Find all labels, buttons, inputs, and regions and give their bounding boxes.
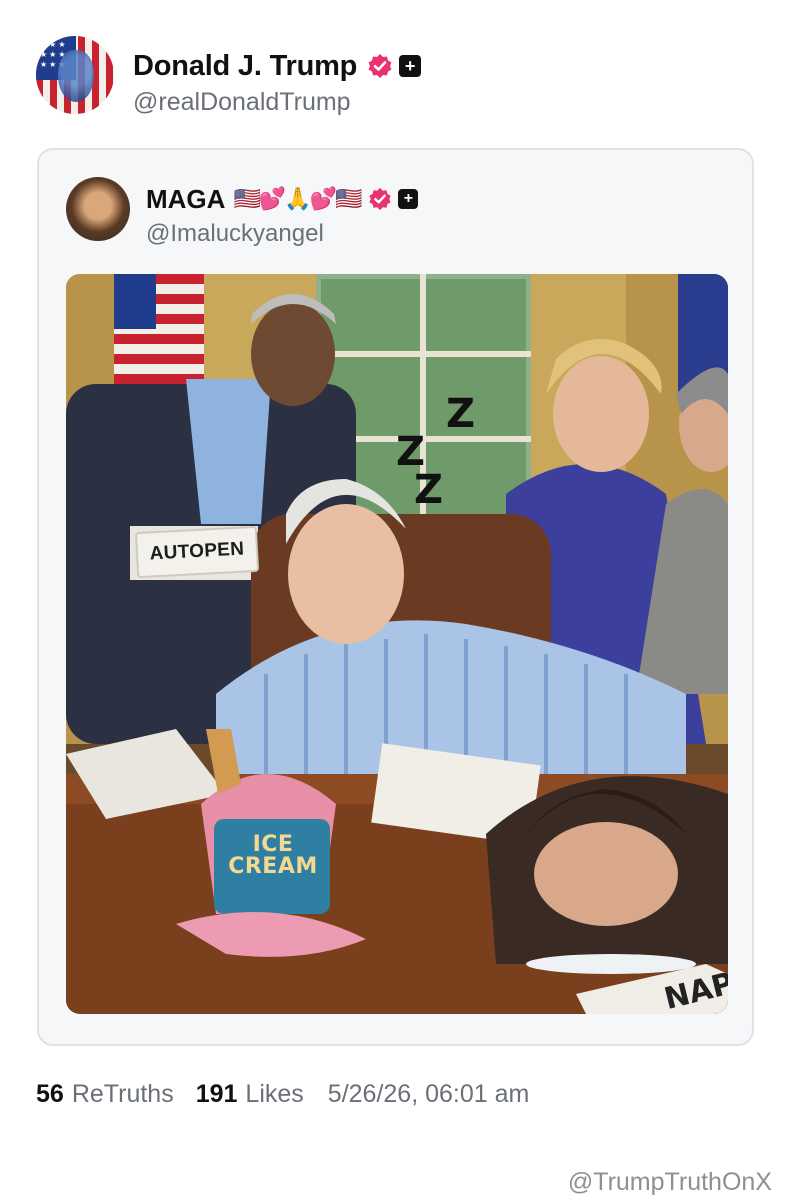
quoted-author-name[interactable]: MAGA [146,184,225,215]
autopen-box-label: AUTOPEN [134,525,260,579]
verified-badge-icon [367,53,393,79]
watermark: @TrumpTruthOnX [567,1168,772,1196]
likes-stat[interactable]: 191 Likes [196,1080,304,1109]
post-image[interactable]: AUTOPEN Z Z Z ICE CREAM NAP [66,274,728,1014]
author-text: Donald J. Trump + @realDonaldTrump [133,48,422,117]
quoted-author-handle[interactable]: @Imaluckyangel [146,220,418,248]
ice-cream-label: ICE CREAM [228,832,318,879]
illustration [66,274,728,1014]
plus-icon[interactable]: + [399,55,422,77]
quoted-author: MAGA 🇺🇸💕🙏💕🇺🇸 + @Imaluckyangel [66,177,419,248]
plus-icon[interactable]: + [398,189,419,209]
post-stats: 56 ReTruths 191 Likes 5/26/26, 06:01 am [36,1080,529,1109]
verified-badge-icon [368,187,392,211]
quoted-post-card[interactable]: MAGA 🇺🇸💕🙏💕🇺🇸 + @Imaluckyangel AUTOPEN Z … [37,148,754,1046]
truth-post: ★★★ ★★★ ★★★ Donald J. Trump + @realDonaldT… [0,0,790,1200]
post-timestamp[interactable]: 5/26/26, 06:01 am [328,1080,530,1109]
quoted-avatar[interactable] [66,177,130,241]
author-name[interactable]: Donald J. Trump [133,50,357,83]
post-author: ★★★ ★★★ ★★★ Donald J. Trump + @realDonaldT… [36,36,422,117]
author-handle[interactable]: @realDonaldTrump [133,88,421,117]
quoted-name-emoji: 🇺🇸💕🙏💕🇺🇸 [233,186,362,211]
retruths-stat[interactable]: 56 ReTruths [36,1080,174,1109]
avatar[interactable]: ★★★ ★★★ ★★★ [36,36,114,114]
